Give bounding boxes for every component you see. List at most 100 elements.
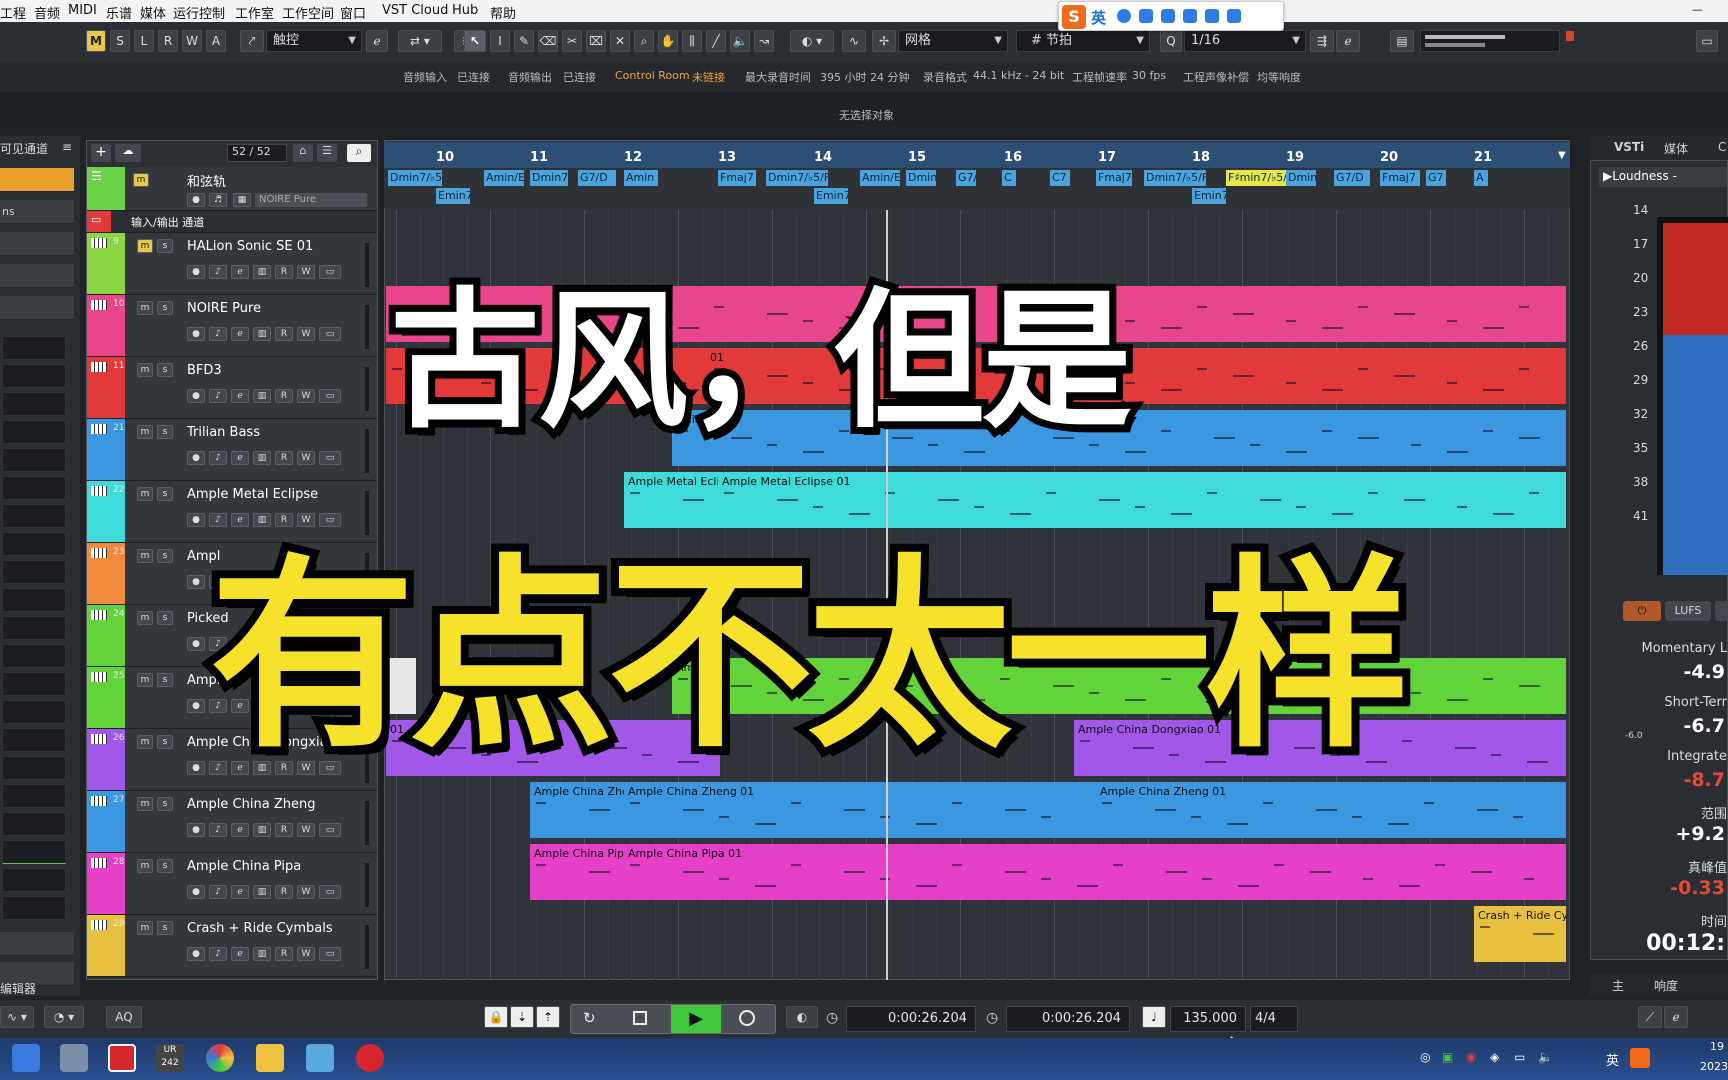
lanes-button[interactable]: ▭ [319, 327, 341, 341]
emoji-icon[interactable] [1117, 9, 1131, 23]
chord-event[interactable]: Emin7 [436, 188, 470, 204]
mode-m-button[interactable]: M [86, 30, 106, 52]
monitor-button[interactable]: ● [187, 265, 205, 279]
insert-slot[interactable] [2, 756, 66, 780]
track-row[interactable]: 10 m s NOIRE Pure ● ♪ ℯ ▥ R W ▭ [87, 295, 377, 357]
mute-button[interactable]: m [137, 301, 153, 315]
edit-button[interactable]: ℯ [231, 389, 249, 403]
glue-tool-icon[interactable]: ⌧ [586, 30, 606, 52]
mode-r-button[interactable]: R [158, 30, 178, 52]
chord-event[interactable]: Amin/E [860, 170, 900, 186]
tray-icon[interactable]: ◈ [1490, 1050, 1499, 1064]
monitor-button[interactable]: ● [187, 823, 205, 837]
tab-loudness[interactable]: 响度 [1654, 977, 1678, 994]
mute-tool-icon[interactable]: ✕ [610, 30, 630, 52]
instrument-icon[interactable]: ▥ [253, 823, 271, 837]
split-tool-icon[interactable]: ✂ [562, 30, 582, 52]
chord-event[interactable]: Fmaj7 [718, 170, 756, 186]
solo-button[interactable]: s [157, 611, 173, 625]
mute-button[interactable]: m [137, 735, 153, 749]
chord-event[interactable]: A [1474, 170, 1488, 186]
record-enable-button[interactable]: ♪ [209, 265, 227, 279]
menu-audio[interactable]: 音频 [34, 3, 60, 22]
read-automation-button[interactable]: R [275, 265, 293, 279]
loudness-header[interactable]: ▶Loudness - [1599, 167, 1727, 187]
track-row[interactable]: 29 m s Crash + Ride Cymbals ● ♪ ℯ ▥ R W ▭ [87, 915, 377, 977]
chord-track[interactable]: ☰ m 和弦轨 ● ♬ ▦ NOIRE Pure [87, 167, 377, 211]
tempo-display[interactable]: 135.000 ⇕ [1170, 1006, 1246, 1050]
secondary-time-display[interactable]: 0:00:26.204 [1006, 1006, 1130, 1032]
read-automation-button[interactable]: R [275, 885, 293, 899]
instrument-icon[interactable]: ▥ [253, 885, 271, 899]
browser-icon[interactable] [306, 1044, 334, 1072]
file-manager-icon[interactable] [12, 1044, 40, 1072]
performance-dropdown-icon[interactable]: ◔ ▾ [44, 1006, 84, 1028]
range-tool-icon[interactable]: I [490, 30, 510, 52]
skin-icon[interactable] [1205, 9, 1219, 23]
lufs-button[interactable]: LUFS [1665, 601, 1711, 621]
menu-studio[interactable]: 工作室 [235, 3, 274, 22]
punch-out-icon[interactable]: ⇡ [536, 1006, 560, 1028]
mute-button[interactable]: m [137, 611, 153, 625]
insert-slot[interactable] [2, 532, 66, 556]
volume-icon[interactable]: 🔈 [1538, 1050, 1553, 1064]
monitor-button[interactable]: ● [187, 327, 205, 341]
ime-language[interactable]: 英 [1091, 7, 1106, 28]
insert-slot[interactable] [2, 616, 66, 640]
tab-main[interactable]: 主 [1612, 977, 1624, 994]
insert-slot[interactable] [2, 840, 66, 864]
monitor-button[interactable]: ● [187, 885, 205, 899]
monitor-button[interactable]: ● [187, 451, 205, 465]
edit-button[interactable]: ℯ [231, 451, 249, 465]
panel-align-icon[interactable]: ▤ [1390, 30, 1414, 52]
mute-button[interactable]: m [137, 921, 153, 935]
mode-l-button[interactable]: L [134, 30, 154, 52]
home-icon[interactable]: ⌂ [293, 144, 313, 162]
read-automation-button[interactable]: R [275, 327, 293, 341]
solo-button[interactable]: s [157, 859, 173, 873]
constrain-delay-icon[interactable]: ⇄ ▾ [398, 30, 442, 52]
midi-part[interactable]: Crash + Ride Cym [1474, 906, 1566, 962]
midi-part[interactable]: Ample China Zheng 01 [1096, 782, 1566, 838]
mute-button[interactable]: m [137, 363, 153, 377]
menu-help[interactable]: 帮助 [490, 3, 516, 22]
solo-button[interactable]: s [157, 735, 173, 749]
read-automation-button[interactable]: R [275, 947, 293, 961]
monitor-button[interactable]: ● [187, 947, 205, 961]
record-icon[interactable] [739, 1010, 755, 1026]
meter-option-button[interactable] [1715, 601, 1728, 621]
insert-slot[interactable] [2, 672, 66, 696]
power-icon[interactable]: ⏻ [1623, 601, 1661, 621]
left-zone-row[interactable] [0, 232, 74, 256]
tab-vsti[interactable]: VSTi [1614, 140, 1644, 154]
play-icon[interactable]: ▶ [671, 1005, 721, 1033]
snap-type-select[interactable]: 网格 ▼ [898, 30, 1008, 52]
edit-button[interactable]: ℯ [231, 885, 249, 899]
mute-button[interactable]: m [137, 549, 153, 563]
instrument-icon[interactable]: ▥ [253, 451, 271, 465]
mute-button[interactable]: m [137, 425, 153, 439]
track-row[interactable]: 21 m s Trilian Bass ● ♪ ℯ ▥ R W ▭ [87, 419, 377, 481]
monitor-button[interactable]: ● [187, 389, 205, 403]
chord-event[interactable]: Fmaj7 [1380, 170, 1420, 186]
insert-slot[interactable] [2, 336, 66, 360]
midi-part[interactable]: Ample China Zher [530, 782, 624, 838]
chord-event[interactable]: G7 [1426, 170, 1446, 186]
record-enable-button[interactable]: ♪ [209, 451, 227, 465]
eraser-tool-icon[interactable]: ⌫ [538, 30, 558, 52]
menu-transport[interactable]: 运行控制 [173, 3, 225, 22]
color-tool-icon[interactable]: ◐ ▾ [790, 30, 834, 52]
menu-window[interactable]: 窗口 [340, 3, 366, 22]
monitor-button[interactable]: ● [187, 699, 205, 713]
left-zone-row-selected[interactable] [0, 168, 74, 192]
chord-event[interactable]: F♯min7/♭5/E [1226, 170, 1288, 186]
solo-button[interactable]: s [157, 549, 173, 563]
write-automation-button[interactable]: W [297, 451, 315, 465]
cubase-icon[interactable] [108, 1044, 136, 1072]
menu-midi[interactable]: MIDI [68, 3, 97, 18]
read-automation-button[interactable]: R [275, 823, 293, 837]
edit-button[interactable]: ℯ [231, 327, 249, 341]
insert-slot[interactable] [2, 364, 66, 388]
grid-type-select[interactable]: # 节拍 ▼ [1016, 30, 1150, 52]
chord-assistant-icon[interactable]: ♬ [209, 193, 227, 207]
